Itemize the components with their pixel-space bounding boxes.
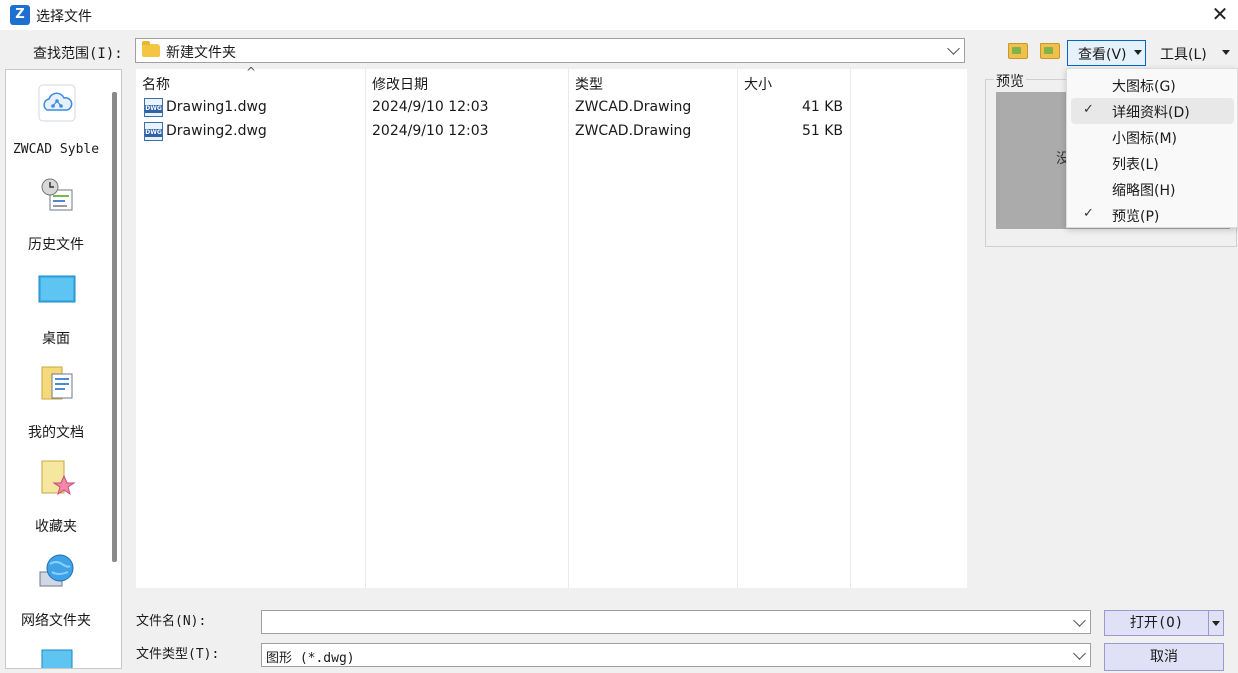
menu-item-label: 列表(L): [1112, 157, 1159, 173]
menu-item-preview[interactable]: ✓ 预览(P): [1071, 202, 1234, 228]
places-scrollbar[interactable]: [112, 92, 117, 562]
place-label: 我的文档: [28, 425, 84, 441]
file-size: 51 KB: [801, 123, 843, 139]
place-network-folder[interactable]: 网络文件夹: [6, 546, 106, 636]
favorites-icon: [41, 460, 76, 496]
open-button[interactable]: 打开(O): [1104, 610, 1209, 636]
table-row[interactable]: DWG Drawing1.dwg 2024/9/10 12:03 ZWCAD.D…: [136, 96, 967, 120]
file-modified: 2024/9/10 12:03: [372, 99, 489, 115]
column-header-label: 名称: [142, 77, 170, 93]
file-name: Drawing1.dwg: [166, 99, 267, 115]
window-title: 选择文件: [36, 9, 92, 25]
view-menu-button[interactable]: 查看(V): [1067, 40, 1146, 66]
chevron-down-icon[interactable]: [947, 42, 960, 55]
desktop-icon: [38, 275, 76, 303]
folder-icon: [41, 649, 73, 668]
place-label: 桌面: [42, 331, 70, 347]
menu-item-details[interactable]: ✓ 详细资料(D): [1071, 98, 1234, 124]
table-row[interactable]: DWG Drawing2.dwg 2024/9/10 12:03 ZWCAD.D…: [136, 120, 967, 144]
place-favorites[interactable]: 收藏夹: [6, 452, 106, 542]
cancel-button[interactable]: 取消: [1104, 643, 1224, 671]
tools-menu-button[interactable]: 工具(L): [1150, 40, 1234, 66]
menu-item-small-icons[interactable]: 小图标(M): [1071, 124, 1234, 150]
dwg-file-icon: DWG: [144, 98, 163, 117]
place-label: 历史文件: [28, 237, 84, 253]
menu-item-label: 详细资料(D): [1112, 105, 1190, 121]
place-zwcad-syble[interactable]: ZWCAD Syble: [6, 78, 106, 168]
open-options-button[interactable]: [1209, 610, 1224, 636]
caret-down-icon: [1134, 50, 1142, 55]
sort-ascending-icon: ^: [246, 65, 257, 79]
folder-icon: [142, 41, 160, 57]
menu-item-thumbnails[interactable]: 缩略图(H): [1071, 176, 1234, 202]
file-name: Drawing2.dwg: [166, 123, 267, 139]
places-bar: ZWCAD Syble 历史文件 桌面 我的文档 收藏夹 网络文件夹: [5, 69, 122, 669]
menu-item-label: 大图标(G): [1112, 79, 1176, 95]
column-header-type[interactable]: 类型: [575, 74, 603, 94]
caret-down-icon: [1222, 50, 1230, 55]
close-icon[interactable]: ✕: [1208, 2, 1232, 26]
filetype-combobox[interactable]: 图形 (*.dwg): [261, 643, 1091, 667]
lookin-label: 查找范围(I):: [33, 46, 123, 62]
column-header-name[interactable]: 名称: [142, 74, 170, 94]
column-separator: [365, 69, 366, 588]
up-folder-icon[interactable]: [1008, 43, 1028, 59]
menu-item-label: 缩略图(H): [1112, 183, 1176, 199]
filetype-value: 图形 (*.dwg): [266, 651, 355, 666]
place-label: 网络文件夹: [21, 613, 91, 629]
zwcad-logo-icon: Z: [10, 5, 30, 25]
file-size: 41 KB: [801, 99, 843, 115]
place-label: ZWCAD Syble: [12, 142, 100, 157]
filename-label: 文件名(N):: [136, 614, 207, 629]
tools-menu-label: 工具(L): [1160, 47, 1207, 63]
filename-input[interactable]: [261, 610, 1091, 634]
file-type: ZWCAD.Drawing: [575, 123, 692, 139]
file-modified: 2024/9/10 12:03: [372, 123, 489, 139]
filetype-label: 文件类型(T):: [136, 647, 220, 662]
chevron-down-icon[interactable]: [1073, 647, 1086, 660]
new-folder-icon[interactable]: [1040, 43, 1060, 59]
view-dropdown-menu: 大图标(G) ✓ 详细资料(D) 小图标(M) 列表(L) 缩略图(H) ✓ 预…: [1066, 68, 1238, 228]
caret-down-icon: [1212, 621, 1220, 626]
place-desktop[interactable]: 桌面: [6, 264, 106, 354]
column-separator: [850, 69, 851, 588]
history-icon: [41, 178, 73, 211]
column-header-size[interactable]: 大小: [744, 74, 772, 94]
chevron-down-icon[interactable]: [1073, 614, 1086, 627]
place-label: 收藏夹: [35, 519, 77, 535]
menu-item-label: 小图标(M): [1112, 131, 1178, 147]
column-separator: [737, 69, 738, 588]
column-header-modified[interactable]: 修改日期: [372, 74, 428, 94]
menu-item-large-icons[interactable]: 大图标(G): [1071, 72, 1234, 98]
checkmark-icon: ✓: [1083, 102, 1094, 117]
network-folder-icon: [39, 554, 74, 587]
place-my-documents[interactable]: 我的文档: [6, 358, 106, 448]
file-type: ZWCAD.Drawing: [575, 99, 692, 115]
view-menu-label: 查看(V): [1078, 47, 1127, 63]
file-list[interactable]: 名称 ^ 修改日期 类型 大小 DWG Drawing1.dwg 2024/9/…: [136, 65, 967, 588]
preview-label: 预览: [994, 71, 1026, 91]
cloud-icon: [38, 84, 76, 122]
menu-item-label: 预览(P): [1112, 209, 1160, 225]
column-separator: [568, 69, 569, 588]
lookin-combobox[interactable]: 新建文件夹: [135, 38, 965, 63]
checkmark-icon: ✓: [1083, 206, 1094, 221]
title-bar: [0, 0, 1238, 30]
lookin-value: 新建文件夹: [166, 45, 236, 61]
menu-item-list[interactable]: 列表(L): [1071, 150, 1234, 176]
documents-icon: [41, 366, 73, 400]
dwg-file-icon: DWG: [144, 122, 163, 141]
place-more[interactable]: [6, 640, 106, 668]
place-history[interactable]: 历史文件: [6, 170, 106, 260]
